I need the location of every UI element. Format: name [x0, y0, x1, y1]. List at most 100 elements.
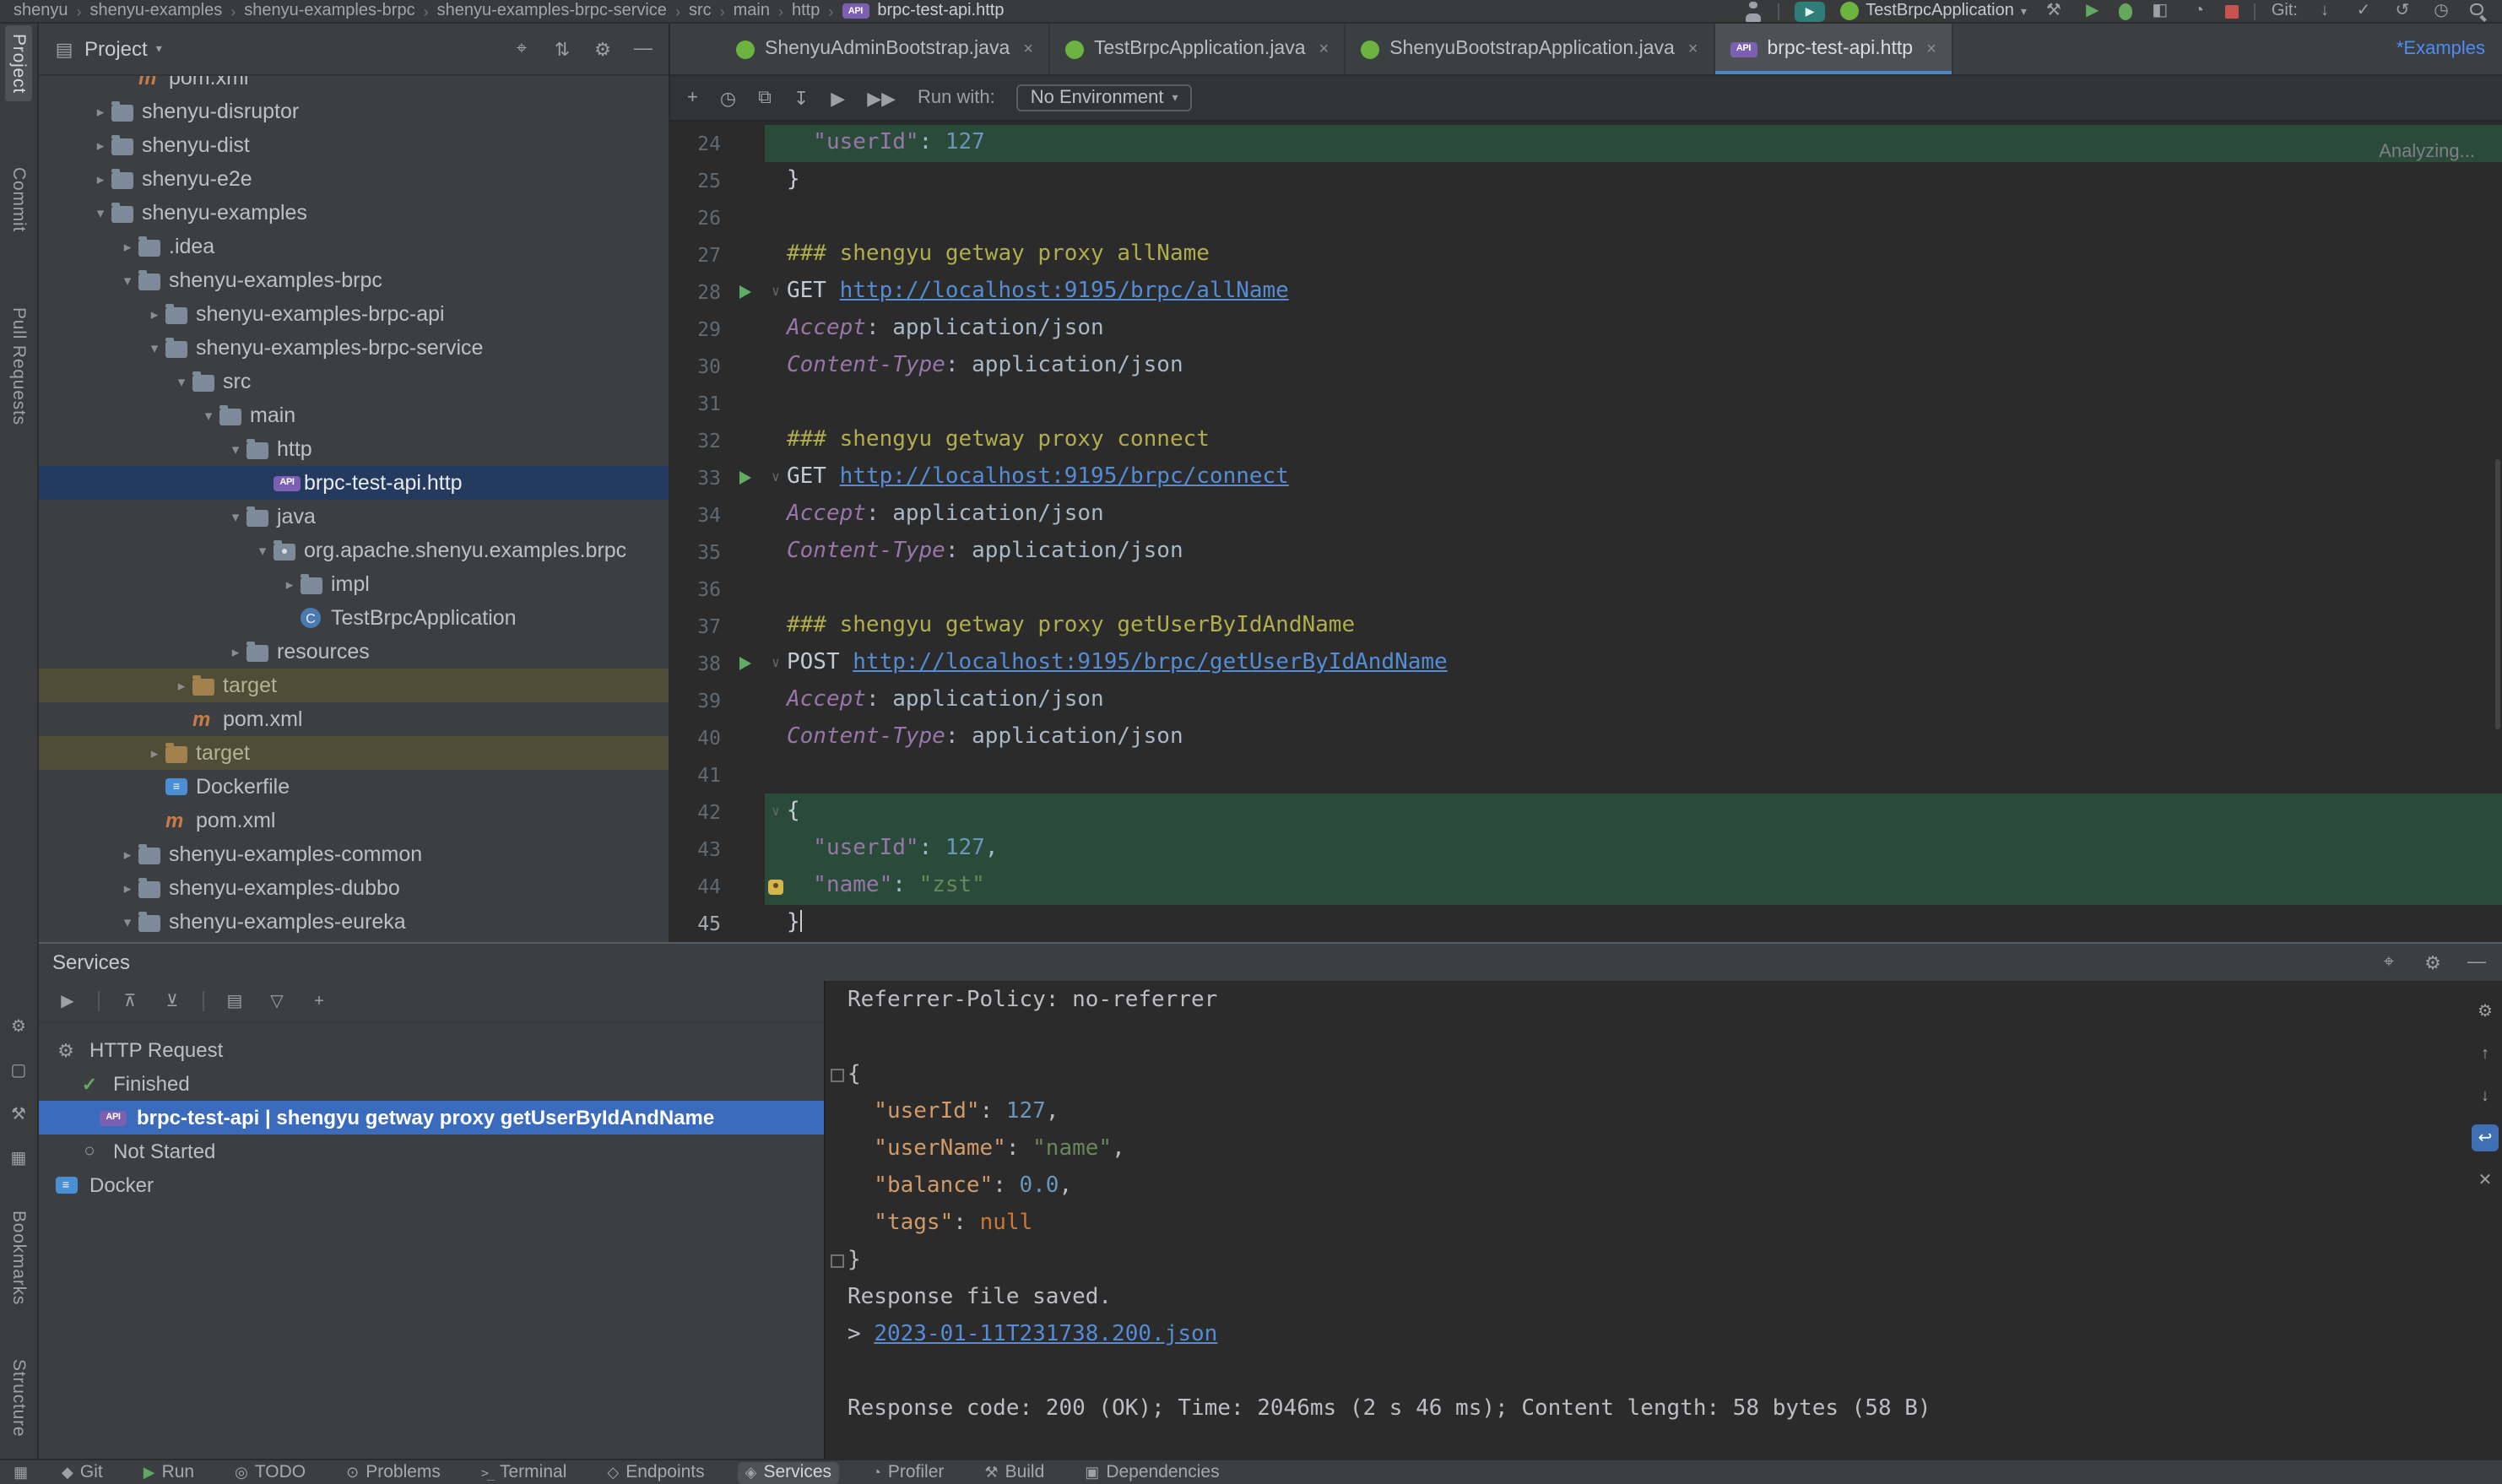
tree-row[interactable]: ▸shenyu-dist: [39, 128, 669, 162]
build-hammer-icon[interactable]: ⚒: [2042, 1, 2066, 21]
tree-row[interactable]: ▸shenyu-disruptor: [39, 95, 669, 128]
chevron-right-icon[interactable]: ▸: [144, 744, 165, 762]
tree-row[interactable]: ▾org.apache.shenyu.examples.brpc: [39, 533, 669, 567]
run-icon[interactable]: ▶: [56, 992, 79, 1010]
tree-row[interactable]: ▸shenyu-e2e: [39, 162, 669, 196]
project-title[interactable]: Project: [84, 37, 148, 61]
history-icon[interactable]: ◷: [2429, 1, 2453, 21]
services-tree-row[interactable]: ≡Docker: [39, 1168, 824, 1202]
git-revert-icon[interactable]: ↺: [2391, 1, 2414, 21]
fold-marker[interactable]: ∨: [765, 645, 787, 682]
breadcrumb-item[interactable]: shenyu-examples-brpc-service: [437, 2, 667, 20]
chevron-right-icon[interactable]: ▸: [144, 305, 165, 323]
soft-wrap-icon[interactable]: ↩: [2472, 1124, 2499, 1151]
toolwindow-button-git[interactable]: ◆Git: [55, 1461, 110, 1483]
tab-brpc-test-api.http[interactable]: APIbrpc-test-api.http×: [1714, 24, 1952, 74]
history-icon[interactable]: ◷: [720, 87, 736, 109]
users-icon[interactable]: [1742, 1, 1763, 21]
chevron-down-icon[interactable]: ▾: [252, 541, 273, 560]
breadcrumb-item[interactable]: main: [734, 2, 770, 20]
scroll-from-source-icon[interactable]: ⇅: [550, 38, 574, 60]
close-icon[interactable]: ×: [1926, 40, 1936, 58]
run-request-icon[interactable]: ▶: [831, 87, 845, 109]
close-icon[interactable]: ×: [1023, 40, 1033, 58]
stripe-stop-icon[interactable]: ▢: [5, 1058, 32, 1085]
export-icon[interactable]: ↧: [793, 87, 809, 109]
breadcrumb-item[interactable]: shenyu: [14, 2, 68, 20]
tree-row[interactable]: ▸.idea: [39, 230, 669, 263]
hide-icon[interactable]: —: [631, 39, 655, 59]
stripe-item-pull-requests[interactable]: Pull Requests: [5, 299, 32, 434]
expand-all-icon[interactable]: ⊼: [118, 992, 142, 1010]
chevron-down-icon[interactable]: ▾: [116, 271, 138, 290]
toolwindow-button-profiler[interactable]: ◔Profiler: [865, 1461, 950, 1483]
chevron-down-icon[interactable]: ▾: [225, 440, 246, 458]
tree-row[interactable]: ▾shenyu-examples-eureka: [39, 905, 669, 939]
run-config-name[interactable]: TestBrpcApplication: [1866, 2, 2014, 20]
response-file-link[interactable]: 2023-01-11T231738.200.json: [874, 1322, 1217, 1347]
tree-row[interactable]: CTestBrpcApplication: [39, 601, 669, 635]
settings-icon[interactable]: ⚙: [2421, 951, 2445, 973]
chevron-right-icon[interactable]: ▸: [279, 575, 301, 593]
tree-row[interactable]: ▸resources: [39, 635, 669, 669]
tree-row[interactable]: ▸target: [39, 736, 669, 770]
chevron-right-icon[interactable]: ▸: [89, 136, 111, 154]
chevron-down-icon[interactable]: ▾: [156, 42, 162, 56]
fold-marker[interactable]: ∨: [765, 274, 787, 311]
tree-row[interactable]: ▸shenyu-examples-dubbo: [39, 871, 669, 905]
tree-row[interactable]: ▾shenyu-examples-brpc-service: [39, 331, 669, 365]
add-request-icon[interactable]: +: [687, 88, 698, 108]
toolwindow-button-run[interactable]: ▶Run: [137, 1461, 201, 1483]
chevron-down-icon[interactable]: ▾: [171, 372, 192, 391]
search-icon[interactable]: [2468, 1, 2488, 21]
editor[interactable]: ShenyuAdminBootstrap.java×TestBrpcApplic…: [670, 24, 2502, 942]
tree-row[interactable]: ▾shenyu-examples: [39, 196, 669, 230]
run-icon[interactable]: ▶: [2081, 1, 2104, 21]
breadcrumb-item[interactable]: http: [792, 2, 820, 20]
hide-icon[interactable]: —: [2465, 952, 2488, 972]
chevron-right-icon[interactable]: ▸: [89, 102, 111, 121]
locate-icon[interactable]: ⌖: [510, 38, 533, 60]
run-request-icon[interactable]: [724, 274, 765, 311]
tree-row[interactable]: ▾main: [39, 398, 669, 432]
toolwindow-button-problems[interactable]: ⊙Problems: [339, 1461, 447, 1483]
collapse-all-icon[interactable]: ⊻: [160, 992, 184, 1010]
tree-row[interactable]: ▾java: [39, 500, 669, 533]
stripe-build-icon[interactable]: ⚒: [5, 1102, 32, 1129]
services-tree-row[interactable]: ○Not Started: [39, 1135, 824, 1168]
breadcrumb-item[interactable]: brpc-test-api.http: [877, 2, 1004, 20]
stripe-grid-icon[interactable]: ▦: [5, 1145, 32, 1173]
fold-marker[interactable]: [826, 1057, 848, 1094]
chevron-right-icon[interactable]: ▸: [225, 642, 246, 661]
chevron-down-icon[interactable]: ▾: [116, 913, 138, 931]
tree-row[interactable]: mpom.xml: [39, 804, 669, 837]
tab-ShenyuAdminBootstrap.java[interactable]: ShenyuAdminBootstrap.java×: [721, 24, 1050, 74]
toolwindow-button-endpoints[interactable]: ◇Endpoints: [600, 1461, 711, 1483]
chevron-down-icon[interactable]: ▾: [198, 406, 219, 425]
fold-marker[interactable]: ∨: [765, 793, 787, 831]
editor-scrollbar[interactable]: [2495, 459, 2500, 729]
toolwindow-button-terminal[interactable]: >_Terminal: [474, 1461, 573, 1483]
git-commit-icon[interactable]: ✓: [2352, 1, 2375, 21]
toolwindow-button-services[interactable]: ◈Services: [739, 1461, 838, 1483]
tree-row[interactable]: ▸shenyu-examples-brpc-api: [39, 297, 669, 331]
chevron-right-icon[interactable]: ▸: [116, 237, 138, 256]
tree-row[interactable]: ▾shenyu-examples-brpc: [39, 263, 669, 297]
services-tree[interactable]: ⚙HTTP Request✓FinishedAPIbrpc-test-api |…: [39, 1023, 824, 1202]
copy-request-icon[interactable]: ⧉: [758, 87, 772, 109]
run-all-icon[interactable]: ▶▶: [867, 87, 896, 109]
close-icon[interactable]: ×: [1319, 40, 1330, 58]
run-request-icon[interactable]: [724, 645, 765, 682]
stop-icon[interactable]: [2226, 4, 2239, 18]
debug-icon[interactable]: [2120, 3, 2133, 19]
fold-marker[interactable]: [826, 1243, 848, 1280]
add-service-icon[interactable]: +: [307, 992, 331, 1010]
group-by-icon[interactable]: ▤: [223, 992, 246, 1010]
chevron-down-icon[interactable]: ▾: [144, 339, 165, 357]
chevron-right-icon[interactable]: ▸: [89, 170, 111, 188]
settings-icon[interactable]: ⚙: [591, 38, 615, 60]
git-update-icon[interactable]: ↓: [2313, 1, 2337, 21]
chevron-right-icon[interactable]: ▸: [116, 845, 138, 864]
scroll-to-top-icon[interactable]: ↑: [2472, 1040, 2499, 1067]
breadcrumb-item[interactable]: shenyu-examples-brpc: [244, 2, 414, 20]
